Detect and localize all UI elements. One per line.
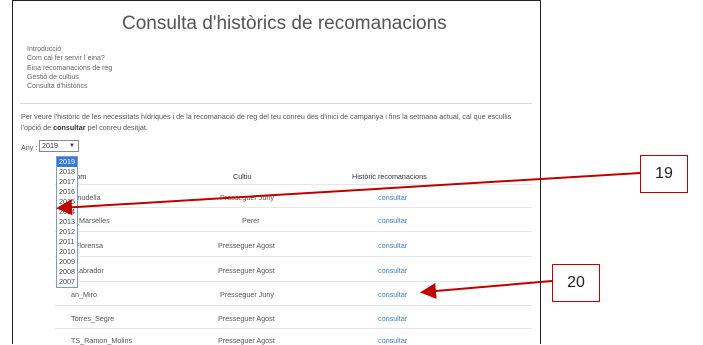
arrow-20 bbox=[420, 280, 553, 299]
arrow-19 bbox=[56, 172, 641, 216]
callout-19: 19 bbox=[640, 155, 688, 193]
callout-20: 20 bbox=[552, 264, 600, 302]
